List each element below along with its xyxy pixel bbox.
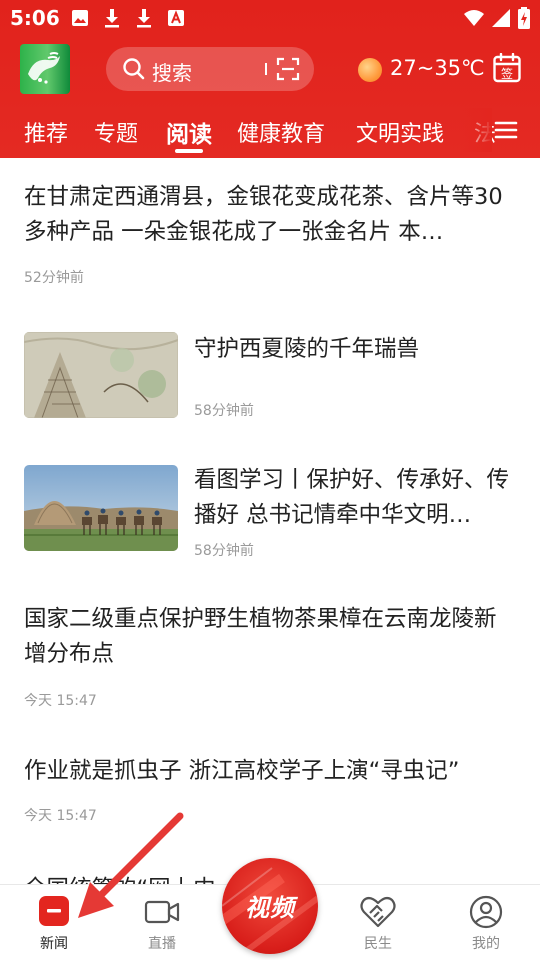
- news-title: 看图学习丨保护好、传承好、传播好 总书记情牵中华文明…: [194, 467, 510, 528]
- wifi-icon: [462, 7, 486, 29]
- tab-recommend[interactable]: 推荐: [24, 116, 68, 148]
- heart-handshake-icon: [360, 895, 396, 929]
- tab-civilization-practice[interactable]: 文明实践: [356, 116, 444, 148]
- news-time: 52分钟前: [24, 270, 84, 286]
- nav-profile[interactable]: 我的: [446, 885, 526, 960]
- image-icon: [70, 8, 90, 28]
- news-time: 今天 15:47: [24, 693, 97, 709]
- category-tabs: 推荐 专题 阅读 健康教育 文明实践 法: [0, 108, 540, 153]
- nav-live[interactable]: 直播: [122, 885, 202, 960]
- calendar-sign-in-icon[interactable]: 签: [493, 52, 521, 83]
- battery-charging-icon: [516, 7, 532, 29]
- menu-icon[interactable]: [494, 120, 518, 140]
- nav-label: 民生: [364, 936, 392, 952]
- news-item[interactable]: 国家二级重点保护野生植物茶果樟在云南龙陵新增分布点 今天 15:47: [0, 588, 540, 718]
- active-tab-indicator: [175, 149, 203, 153]
- tab-health-education[interactable]: 健康教育: [237, 116, 325, 148]
- nav-label: 直播: [148, 936, 176, 952]
- news-item[interactable]: 看图学习丨保护好、传承好、传播好 总书记情牵中华文明… 58分钟前: [0, 450, 540, 570]
- tab-topics[interactable]: 专题: [94, 116, 138, 148]
- scan-icon[interactable]: [276, 57, 300, 81]
- signal-icon: [490, 7, 512, 29]
- download-icon: [102, 8, 122, 28]
- app-logo[interactable]: [20, 44, 70, 94]
- video-button[interactable]: 视频: [222, 858, 318, 954]
- search-icon: [122, 57, 146, 81]
- news-feed: 在甘肃定西通渭县，金银花变成花茶、含片等30多种产品 一朵金银花成了一张金名片 …: [0, 158, 540, 884]
- news-time: 今天 15:47: [24, 808, 97, 824]
- sun-weather-icon: [358, 58, 382, 82]
- text-a-icon: [166, 8, 186, 28]
- video-camera-icon: [144, 895, 180, 929]
- nav-livelihood[interactable]: 民生: [338, 885, 418, 960]
- search-placeholder: 搜索: [152, 61, 192, 85]
- tab-reading[interactable]: 阅读: [166, 115, 212, 149]
- news-title: 国家二级重点保护野生植物茶果樟在云南龙陵新增分布点: [24, 606, 497, 667]
- news-title: 在甘肃定西通渭县，金银花变成花茶、含片等30多种产品 一朵金银花成了一张金名片 …: [24, 184, 503, 245]
- weather-temperature[interactable]: 27~35℃: [390, 56, 485, 80]
- search-bar[interactable]: 搜索: [106, 47, 314, 91]
- news-icon: [36, 895, 72, 929]
- calendar-label: 签: [501, 66, 513, 81]
- news-thumbnail: [24, 465, 178, 551]
- status-bar: 5:06: [0, 0, 540, 36]
- video-label: 视频: [245, 894, 295, 922]
- news-item[interactable]: 守护西夏陵的千年瑞兽 58分钟前: [0, 318, 540, 438]
- user-profile-icon: [468, 895, 504, 929]
- status-time: 5:06: [10, 6, 60, 30]
- download-icon: [134, 8, 154, 28]
- nav-news[interactable]: 新闻: [14, 885, 94, 960]
- news-title: 守护西夏陵的千年瑞兽: [194, 336, 420, 362]
- news-time: 58分钟前: [194, 403, 254, 419]
- nav-label: 我的: [472, 936, 500, 952]
- news-thumbnail: [24, 332, 178, 418]
- news-item[interactable]: 在甘肃定西通渭县，金银花变成花茶、含片等30多种产品 一朵金银花成了一张金名片 …: [0, 158, 540, 308]
- news-item[interactable]: 作业就是抓虫子 浙江高校学子上演“寻虫记” 今天 15:47: [0, 740, 540, 850]
- nav-label: 新闻: [40, 936, 68, 952]
- app-header: 5:06 搜索 27~35℃ 签 推荐 专题 阅读 健康教育 文明实践: [0, 0, 540, 158]
- search-divider: [265, 63, 267, 75]
- tabs-fade-overlay: [462, 108, 492, 152]
- news-time: 58分钟前: [194, 543, 254, 559]
- news-title: 作业就是抓虫子 浙江高校学子上演“寻虫记”: [24, 758, 460, 784]
